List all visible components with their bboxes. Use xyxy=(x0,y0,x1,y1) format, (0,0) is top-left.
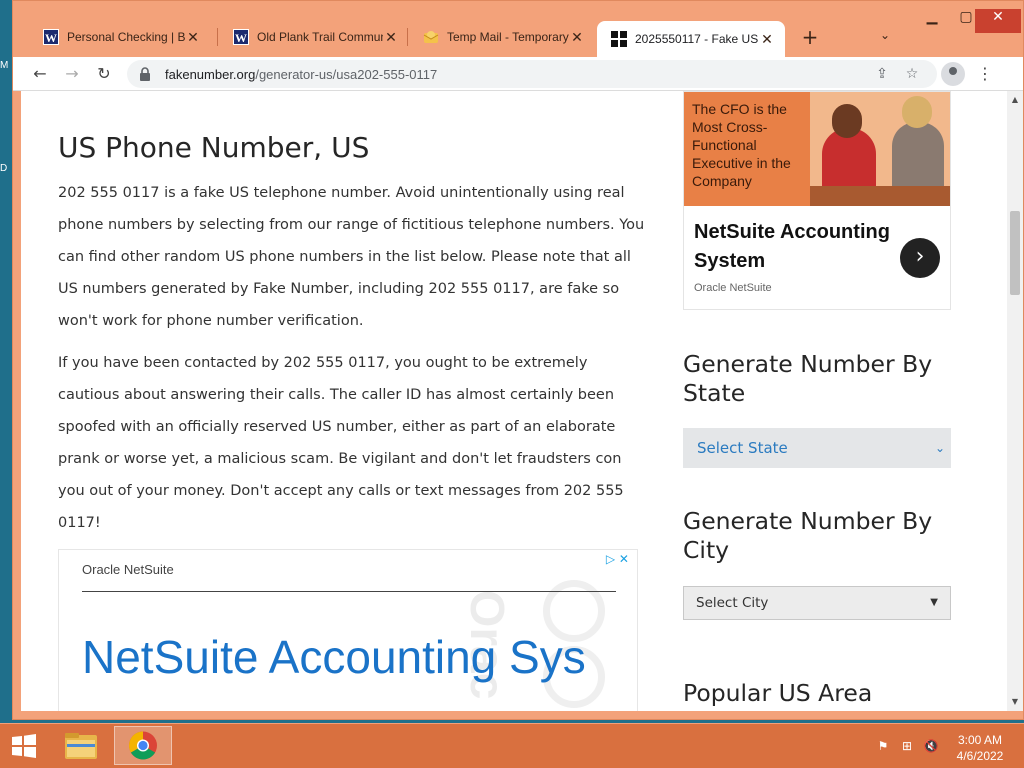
state-heading: Generate Number By State xyxy=(683,350,933,407)
tab-divider xyxy=(407,28,408,46)
new-tab-button[interactable]: + xyxy=(798,26,822,50)
scroll-down-icon[interactable]: ▼ xyxy=(1007,695,1023,709)
profile-avatar[interactable] xyxy=(941,62,965,86)
wordpress-icon: W xyxy=(233,29,249,45)
caret-down-icon: ▼ xyxy=(930,597,938,608)
network-icon[interactable]: ⊞ xyxy=(898,737,916,755)
ad-divider xyxy=(82,591,616,592)
ad-tagline: The CFO is the Most Cross-Functional Exe… xyxy=(692,101,791,189)
chevron-right-icon[interactable]: › xyxy=(900,238,940,278)
lock-icon xyxy=(139,67,153,81)
state-select-value: Select State xyxy=(697,439,788,457)
ad-image: The CFO is the Most Cross-Functional Exe… xyxy=(684,92,950,206)
taskbar: ⚑ ⊞ 🔇 3:00 AM 4/6/2022 xyxy=(0,723,1024,768)
scroll-thumb[interactable] xyxy=(1010,211,1020,295)
desktop-icon-fragment: D xyxy=(0,163,8,174)
browser-menu-icon[interactable]: ⋮ xyxy=(975,62,995,86)
warning-paragraph: If you have been contacted by 202 555 01… xyxy=(58,355,624,531)
state-select[interactable]: Select State ⌄ xyxy=(683,428,951,468)
ad-photo xyxy=(810,92,950,206)
mail-icon xyxy=(423,29,439,45)
tab-old-plank-trail[interactable]: W Old Plank Trail Commun ✕ xyxy=(219,22,409,52)
close-tab-icon[interactable]: ✕ xyxy=(383,29,399,45)
ad-brand: Oracle NetSuite xyxy=(82,562,174,577)
tab-divider xyxy=(217,28,218,46)
ad-headline[interactable]: NetSuite Accounting Sys xyxy=(82,630,586,684)
address-bar[interactable]: fakenumber.org/generator-us/usa202-555-0… xyxy=(127,60,937,88)
tab-fake-number[interactable]: 2025550117 - Fake US T ✕ xyxy=(597,21,785,57)
windows-start-icon[interactable] xyxy=(6,730,42,762)
adchoices-icon[interactable]: ▷ ✕ xyxy=(606,552,629,566)
close-window-button[interactable]: ✕ xyxy=(975,9,1021,33)
url-host: fakenumber.org xyxy=(165,66,256,82)
close-tab-icon[interactable]: ✕ xyxy=(569,29,585,45)
scroll-up-icon[interactable]: ▲ xyxy=(1007,93,1023,107)
page-scrollbar[interactable]: ▲ ▼ xyxy=(1007,91,1023,711)
reload-button[interactable]: ↻ xyxy=(91,61,117,87)
close-tab-icon[interactable]: ✕ xyxy=(759,31,775,47)
url-path: /generator-us/usa202-555-0117 xyxy=(255,66,438,82)
city-select-value: Select City xyxy=(696,595,769,611)
file-explorer-icon[interactable] xyxy=(52,726,110,765)
tab-title: Temp Mail - Temporary xyxy=(447,30,569,44)
browser-window: W Personal Checking | Blo ✕ W Old Plank … xyxy=(12,0,1024,720)
inline-ad[interactable]: Orac Oracle NetSuite ▷ ✕ NetSuite Accoun… xyxy=(58,549,638,711)
tab-title: Old Plank Trail Commun xyxy=(257,30,383,44)
tab-strip: W Personal Checking | Blo ✕ W Old Plank … xyxy=(13,1,1023,57)
sidebar-ad[interactable]: The CFO is the Most Cross-Functional Exe… xyxy=(683,91,951,310)
grid-icon xyxy=(611,31,627,47)
ad-title: NetSuite Accounting System xyxy=(694,221,890,272)
minimize-button[interactable]: ▁ xyxy=(915,9,949,33)
desktop-icon-fragment: M xyxy=(0,60,9,71)
tab-title: Personal Checking | Blo xyxy=(67,30,185,44)
action-center-flag-icon[interactable]: ⚑ xyxy=(874,737,892,755)
tab-title: 2025550117 - Fake US T xyxy=(635,32,759,46)
chrome-icon[interactable] xyxy=(114,726,172,765)
ad-source: Oracle NetSuite xyxy=(694,282,772,294)
close-tab-icon[interactable]: ✕ xyxy=(185,29,201,45)
chevron-down-icon: ⌄ xyxy=(934,441,945,455)
tab-search-button[interactable]: ⌄ xyxy=(875,28,895,48)
bookmark-star-icon[interactable]: ☆ xyxy=(901,63,923,85)
system-clock[interactable]: 3:00 AM 4/6/2022 xyxy=(950,732,1010,764)
wordpress-icon: W xyxy=(43,29,59,45)
city-select[interactable]: Select City ▼ xyxy=(683,586,951,620)
browser-toolbar: ← → ↻ fakenumber.org/generator-us/usa202… xyxy=(13,57,1023,91)
page-title: US Phone Number, US xyxy=(58,131,370,164)
page-viewport: US Phone Number, US 202 555 0117 is a fa… xyxy=(21,91,1007,711)
clock-date: 4/6/2022 xyxy=(956,749,1004,763)
area-heading: Popular US Area xyxy=(683,679,873,707)
city-heading: Generate Number By City xyxy=(683,507,933,564)
volume-muted-icon[interactable]: 🔇 xyxy=(922,737,940,755)
clock-time: 3:00 AM xyxy=(957,733,1003,747)
tab-personal-checking[interactable]: W Personal Checking | Blo ✕ xyxy=(29,22,211,52)
forward-button[interactable]: → xyxy=(59,61,85,87)
tab-temp-mail[interactable]: Temp Mail - Temporary ✕ xyxy=(409,22,595,52)
back-button[interactable]: ← xyxy=(27,61,53,87)
share-icon[interactable]: ⇪ xyxy=(871,63,893,85)
intro-paragraph: 202 555 0117 is a fake US telephone numb… xyxy=(58,185,645,329)
